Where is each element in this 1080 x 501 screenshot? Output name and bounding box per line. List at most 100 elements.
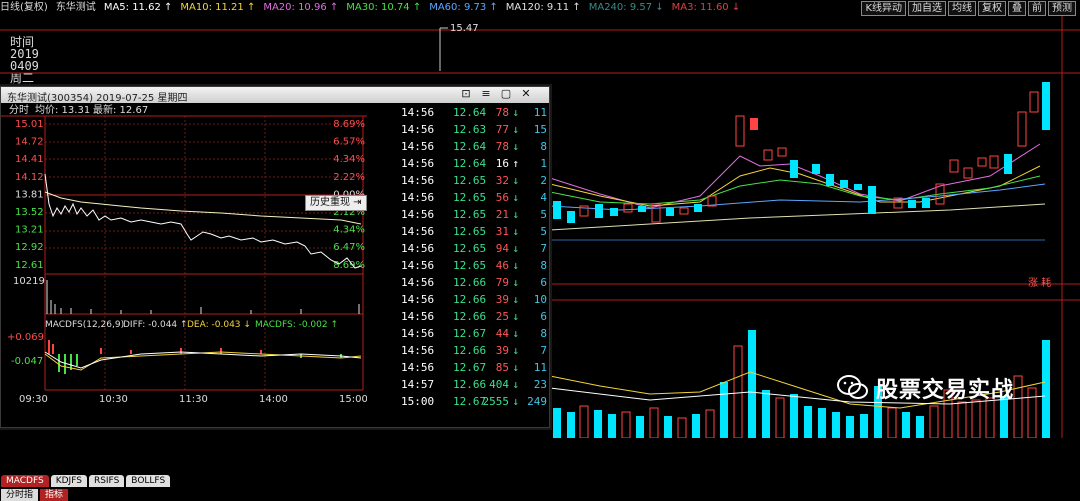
tick-price: 12.67	[453, 361, 487, 374]
toolbar-button-2[interactable]: 均线	[948, 1, 976, 16]
tick-time: 14:56	[401, 293, 435, 306]
tick-row: 14:56 12.65 32 ↓ 2	[397, 172, 547, 189]
toolbar-button-0[interactable]: K线异动	[861, 1, 906, 16]
tick-count: 6	[540, 310, 547, 323]
tick-time: 14:56	[401, 140, 435, 153]
tick-row: 14:56 12.67 44 ↓ 8	[397, 325, 547, 342]
y-left-label: 13.81	[15, 189, 44, 200]
up-arrow-icon: ↑	[512, 157, 519, 170]
tick-count: 1	[540, 157, 547, 170]
ma-lines	[549, 143, 1046, 231]
top-toolbar: K线异动 加自选 均线 复权叠前预测	[861, 1, 1076, 16]
down-arrow-icon: ↓	[512, 174, 519, 187]
tick-price: 12.67	[453, 395, 487, 408]
y-right-label: 8.69%	[333, 119, 365, 130]
tick-price: 12.66	[453, 378, 487, 391]
toolbar-button-3[interactable]: 复权	[978, 1, 1006, 16]
subtab-1[interactable]: 指标	[40, 489, 69, 501]
tick-time: 14:56	[401, 225, 435, 238]
tick-price: 12.66	[453, 310, 487, 323]
popup-titlebar[interactable]: 东华测试(300354) 2019-07-25 星期四 ⊡ ≡ ▢ ✕	[1, 87, 549, 104]
tick-volume: 85	[495, 361, 509, 374]
price-line	[44, 173, 362, 269]
tick-row: 14:56 12.64 16 ↑ 1	[397, 155, 547, 172]
tick-price: 12.64	[453, 106, 487, 119]
intraday-time-label: 分时	[9, 104, 29, 116]
indicator-tab-kdjfs[interactable]: KDJFS	[50, 475, 87, 487]
toolbar-button-4[interactable]: 叠	[1008, 1, 1026, 16]
tick-list[interactable]: 14:56 12.64 78 ↓ 11 14:56 12.63 77 ↓ 15 14:56 12.64…	[397, 104, 547, 410]
tick-volume: 31	[495, 225, 509, 238]
y-left-label: 13.52	[15, 207, 44, 218]
x-tick-label: 10:30	[99, 394, 128, 405]
tick-count: 8	[540, 259, 547, 272]
macd-dea: DEA: -0.043 ↓	[187, 320, 251, 330]
toolbar-button-1[interactable]: 加自选	[908, 1, 946, 16]
down-arrow-icon: ↓	[512, 140, 519, 153]
tick-time: 14:56	[401, 157, 435, 170]
x-axis-ticks: 09:30 10:30 11:30 14:00 15:00	[19, 394, 367, 405]
ma-item-9: MA3: 11.60 ↓	[671, 2, 741, 13]
ma-item-4: MA20: 10.96 ↑	[263, 2, 339, 13]
tick-price: 12.67	[453, 327, 487, 340]
y-left-label: 12.92	[15, 242, 44, 253]
tick-row: 14:56 12.65 31 ↓ 5	[397, 223, 547, 240]
ma-item-6: MA60: 9.73 ↑	[429, 2, 498, 13]
watermark: 股票交易实战	[836, 372, 1014, 404]
maximize-icon[interactable]: ▢	[499, 87, 513, 101]
restore-icon[interactable]: ⊡	[459, 87, 473, 101]
tick-row: 14:56 12.66 79 ↓ 6	[397, 274, 547, 291]
indicator-tab-bollfs[interactable]: BOLLFS	[126, 475, 171, 487]
tick-time: 14:56	[401, 106, 435, 119]
tick-time: 14:56	[401, 242, 435, 255]
macd-macdfs: MACDFS: -0.002 ↑	[255, 320, 338, 330]
intraday-chart[interactable]: 分时 均价: 13.31 最新: 12.67 15.01 14.72 14.41 14…	[1, 104, 367, 410]
tick-volume: 39	[495, 293, 509, 306]
down-arrow-icon: ↓	[512, 106, 519, 119]
intraday-popup-window[interactable]: 东华测试(300354) 2019-07-25 星期四 ⊡ ≡ ▢ ✕ 分时 均价: …	[0, 86, 550, 501]
subtab-0[interactable]: 分时指	[1, 489, 39, 501]
tick-price: 12.63	[453, 123, 487, 136]
tick-price: 12.64	[453, 140, 487, 153]
tick-time: 14:56	[401, 208, 435, 221]
tick-volume: 77	[495, 123, 509, 136]
macd-diff: DIFF: -0.044 ↑	[123, 320, 188, 330]
tick-time: 14:56	[401, 276, 435, 289]
toolbar-button-5[interactable]: 前	[1028, 1, 1046, 16]
tick-time: 14:56	[401, 310, 435, 323]
down-arrow-icon: ↓	[512, 191, 519, 204]
ma-item-3: MA10: 11.21 ↑	[180, 2, 256, 13]
macd-histogram	[48, 340, 342, 374]
macd-neg-label: -0.047	[11, 356, 43, 367]
close-icon[interactable]: ✕	[519, 87, 533, 101]
tick-volume: 39	[495, 344, 509, 357]
volume-max-label: 10219	[13, 276, 45, 287]
down-arrow-icon: ↓	[512, 310, 519, 323]
popup-title: 东华测试(300354) 2019-07-25 星期四	[7, 93, 188, 104]
tick-price: 12.66	[453, 293, 487, 306]
y-left-label: 12.61	[15, 260, 44, 271]
tick-count: 23	[533, 378, 547, 391]
tick-row: 14:56 12.66 39 ↓ 7	[397, 342, 547, 359]
indicator-tab-macdfs[interactable]: MACDFS	[1, 475, 49, 487]
y-left-label: 14.72	[15, 137, 44, 148]
history-replay-label: 历史重现	[310, 197, 350, 208]
tick-row: 14:56 12.64 78 ↓ 11	[397, 104, 547, 121]
menu-icon[interactable]: ≡	[479, 87, 493, 101]
history-replay-button[interactable]: 历史重现 ⇥	[305, 195, 367, 211]
x-tick-label: 14:00	[259, 394, 288, 405]
down-arrow-icon: ↓	[512, 344, 519, 357]
intraday-last-label: 最新: 12.67	[93, 104, 148, 116]
tick-row: 14:56 12.64 78 ↓ 8	[397, 138, 547, 155]
tick-time: 14:56	[401, 259, 435, 272]
tick-count: 8	[540, 327, 547, 340]
tick-row: 14:56 12.66 39 ↓ 10	[397, 291, 547, 308]
down-arrow-icon: ↓	[512, 225, 519, 238]
tick-row: 14:57 12.66 404 ↓ 23	[397, 376, 547, 393]
down-arrow-icon: ↓	[512, 361, 519, 374]
y-left-label: 14.41	[15, 154, 44, 165]
toolbar-button-6[interactable]: 预测	[1048, 1, 1076, 16]
down-arrow-icon: ↓	[512, 242, 519, 255]
tick-row: 14:56 12.67 85 ↓ 11	[397, 359, 547, 376]
indicator-tab-rsifs[interactable]: RSIFS	[88, 475, 125, 487]
